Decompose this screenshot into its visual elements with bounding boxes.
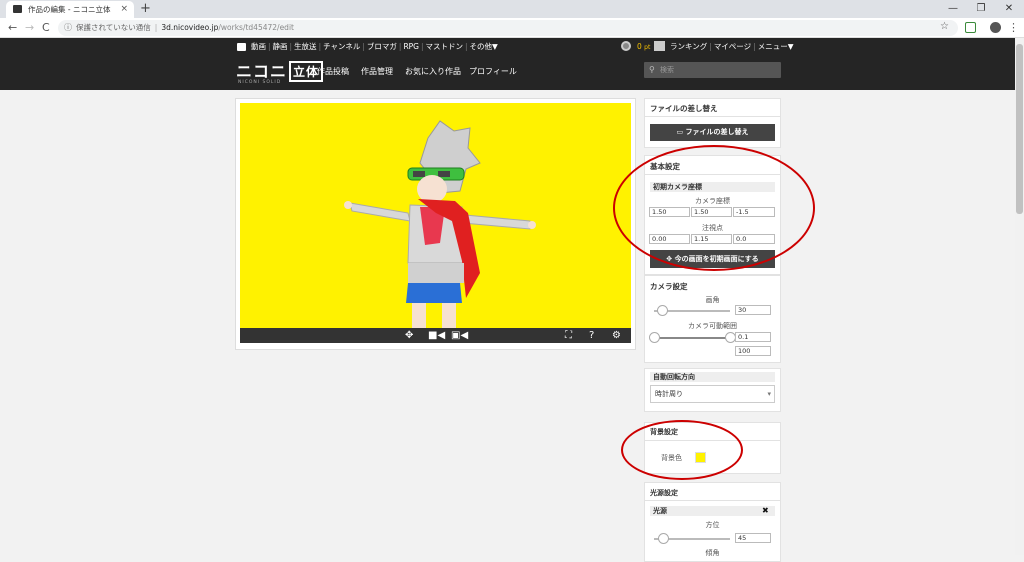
dropdown-arrow-icon: ▾ bbox=[767, 390, 771, 398]
bookmark-star-icon[interactable]: ☆ bbox=[940, 21, 949, 32]
nav-divider: | bbox=[398, 42, 402, 51]
service-nav-item[interactable]: RPG bbox=[403, 42, 419, 51]
logo-text: ニコニ bbox=[236, 62, 288, 81]
minimize-button[interactable]: — bbox=[938, 0, 968, 18]
divider bbox=[644, 116, 781, 117]
tab-title: 作品の編集 - ニコニ立体 bbox=[28, 5, 111, 14]
service-nav-item[interactable]: マストドン bbox=[426, 42, 464, 51]
camera-settings-title: カメラ設定 bbox=[650, 282, 688, 291]
annotation-circle-basic-settings bbox=[613, 145, 815, 271]
nav-divider: | bbox=[268, 42, 271, 51]
user-nav-item[interactable]: ランキング bbox=[670, 42, 707, 51]
light-settings-title: 光源設定 bbox=[650, 489, 678, 497]
service-nav-item[interactable]: 生放送 bbox=[294, 42, 317, 51]
niconico-tv-icon[interactable] bbox=[237, 43, 246, 51]
nav-divider: | bbox=[753, 42, 756, 51]
search-placeholder: 検索 bbox=[660, 66, 674, 74]
scrollbar-thumb[interactable] bbox=[1016, 44, 1023, 214]
new-tab-button[interactable]: + bbox=[140, 1, 151, 17]
browser-menu-icon[interactable]: ⋮ bbox=[1008, 18, 1019, 38]
search-input[interactable]: ⚲ 検索 bbox=[644, 62, 781, 78]
nav-manage-works[interactable]: 作品管理 bbox=[361, 66, 393, 77]
file-replace-button[interactable]: ▭ ファイルの差し替え bbox=[650, 124, 775, 141]
tab-close-icon[interactable]: × bbox=[120, 1, 128, 18]
move-icon[interactable]: ✥ bbox=[405, 328, 413, 343]
fov-label: 画角 bbox=[705, 296, 720, 304]
camera-range-min-input[interactable]: 0.1 bbox=[735, 332, 771, 342]
url-field[interactable]: ⓘ 保護されていない通信 | 3d.nicovideo.jp/works/td454… bbox=[58, 20, 958, 36]
forward-button[interactable]: → bbox=[25, 18, 34, 38]
service-nav: 動画 | 静画 | 生放送 | チャンネル | ブロマガ | RPG | マストドン | その他▼ bbox=[251, 42, 498, 52]
site-favicon-icon bbox=[13, 5, 22, 13]
camera-icon[interactable]: ■◀ bbox=[428, 328, 445, 343]
light-elevation-label: 傾角 bbox=[705, 549, 720, 557]
settings-gear-icon[interactable]: ⚙ bbox=[612, 328, 621, 343]
search-icon: ⚲ bbox=[649, 65, 655, 74]
nav-divider: | bbox=[318, 42, 322, 51]
nav-favorites[interactable]: お気に入り作品 bbox=[405, 66, 461, 77]
user-avatar[interactable] bbox=[621, 41, 631, 51]
divider bbox=[644, 500, 781, 501]
service-nav-item[interactable]: その他▼ bbox=[470, 42, 498, 51]
service-nav-item[interactable]: ブロマガ bbox=[367, 42, 397, 51]
extension-icon[interactable] bbox=[965, 22, 976, 33]
user-nav-item[interactable]: マイページ bbox=[714, 42, 751, 51]
nav-divider: | bbox=[709, 42, 712, 51]
nav-divider: | bbox=[362, 42, 365, 51]
model-viewer-canvas[interactable] bbox=[240, 103, 631, 328]
camera-range-min-handle[interactable] bbox=[649, 332, 660, 343]
auto-rotate-value: 時計周り bbox=[655, 390, 683, 398]
url-domain: 3d.nicovideo.jp bbox=[161, 23, 219, 32]
nav-divider: | bbox=[420, 42, 424, 51]
nav-divider: | bbox=[465, 42, 468, 51]
auto-rotate-select[interactable]: 時計周り ▾ bbox=[650, 385, 775, 403]
record-icon[interactable]: ▣◀ bbox=[451, 328, 468, 343]
light-direction-label: 方位 bbox=[705, 521, 720, 529]
logo-subtitle: NICONI SOLID bbox=[238, 80, 282, 85]
service-nav-item[interactable]: 動画 bbox=[251, 42, 266, 51]
fov-slider-handle[interactable] bbox=[656, 305, 668, 316]
url-path: /works/td45472/edit bbox=[218, 23, 294, 32]
help-icon[interactable]: ? bbox=[589, 328, 594, 343]
nav-profile[interactable]: プロフィール bbox=[469, 66, 517, 77]
notification-icon[interactable] bbox=[654, 41, 665, 51]
light-direction-input[interactable]: 45 bbox=[735, 533, 771, 543]
info-icon[interactable]: ⓘ bbox=[64, 20, 72, 36]
maximize-button[interactable]: ❐ bbox=[966, 0, 996, 18]
light-subhead: 光源 bbox=[650, 506, 775, 516]
file-replace-title: ファイルの差し替え bbox=[650, 104, 718, 113]
file-replace-button-label: ファイルの差し替え bbox=[685, 128, 749, 136]
back-button[interactable]: ← bbox=[8, 18, 17, 38]
fov-input[interactable]: 30 bbox=[735, 305, 771, 315]
service-nav-item[interactable]: チャンネル bbox=[323, 42, 360, 51]
user-nav: ランキング | マイページ | メニュー▼ bbox=[670, 42, 793, 52]
points-unit: pt bbox=[644, 44, 651, 51]
nav-post-work[interactable]: 作品投稿 bbox=[317, 66, 349, 77]
reload-button[interactable]: C bbox=[42, 18, 50, 38]
service-nav-item[interactable]: 静画 bbox=[273, 42, 288, 51]
character-model bbox=[344, 120, 536, 328]
user-nav-item[interactable]: メニュー▼ bbox=[758, 42, 794, 51]
points-value: 0 bbox=[637, 42, 642, 51]
browser-tab[interactable]: 作品の編集 - ニコニ立体 × bbox=[6, 1, 134, 18]
browser-tab-strip bbox=[0, 0, 1024, 18]
auto-rotate-title: 自動回転方向 bbox=[650, 372, 775, 382]
site-header bbox=[0, 38, 1024, 90]
profile-avatar-icon[interactable] bbox=[990, 22, 1001, 33]
url-security-label: 保護されていない通信 bbox=[76, 23, 151, 32]
fullscreen-icon[interactable]: ⛶ bbox=[565, 328, 572, 343]
close-window-button[interactable]: ✕ bbox=[994, 0, 1024, 18]
nav-divider: | bbox=[289, 42, 293, 51]
points-badge[interactable]: 0 pt bbox=[637, 42, 650, 53]
annotation-circle-background bbox=[621, 420, 743, 480]
camera-range-label: カメラ可動範囲 bbox=[688, 322, 737, 330]
camera-range-max-input[interactable]: 100 bbox=[735, 346, 771, 356]
camera-range-slider[interactable] bbox=[654, 337, 730, 339]
remove-light-icon[interactable]: ✖ bbox=[762, 506, 769, 516]
